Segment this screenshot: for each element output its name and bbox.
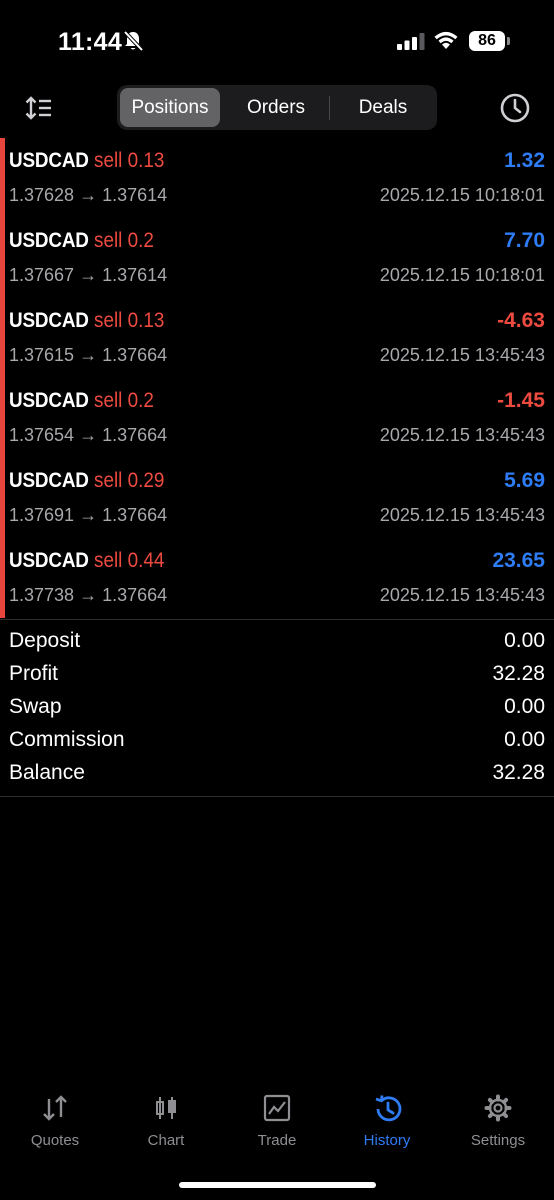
toolbar: Positions Orders Deals xyxy=(0,80,554,138)
summary-row-balance: Balance 32.28 xyxy=(0,758,554,791)
tab-deals[interactable]: Deals xyxy=(331,88,435,127)
positions-list: USDCAD sell 0.13 1.32 1.37628 → 1.37614 … xyxy=(0,138,554,618)
bottom-tab-bar: Quotes Chart Trade History Settings xyxy=(0,1090,554,1160)
summary-value: 32.28 xyxy=(492,662,545,685)
position-profit: 1.32 xyxy=(504,149,545,172)
summary-label: Commission xyxy=(9,728,125,751)
summary-divider-bottom xyxy=(0,796,554,797)
summary-divider-top xyxy=(0,619,554,620)
position-side: sell 0.44 xyxy=(93,549,165,572)
tab-label: History xyxy=(363,1132,411,1149)
summary-label: Deposit xyxy=(9,629,81,652)
position-prices: 1.37654 → 1.37664 xyxy=(9,425,168,445)
position-profit: 23.65 xyxy=(492,549,545,572)
summary-value: 0.00 xyxy=(504,728,545,751)
position-symbol: USDCAD xyxy=(9,229,89,252)
position-side: sell 0.2 xyxy=(93,389,154,412)
cellular-signal-icon xyxy=(397,33,425,50)
tab-label: Settings xyxy=(470,1132,526,1149)
summary-label: Swap xyxy=(9,695,62,718)
position-symbol: USDCAD xyxy=(9,309,89,332)
segment-divider xyxy=(329,96,330,120)
status-bar: 11:44 86 xyxy=(0,0,554,80)
gear-icon xyxy=(484,1094,512,1122)
position-row[interactable]: USDCAD sell 0.44 23.65 1.37738 → 1.37664… xyxy=(0,538,554,618)
sort-icon[interactable] xyxy=(24,94,54,122)
position-time: 2025.12.15 13:45:43 xyxy=(379,505,545,525)
clock-icon[interactable] xyxy=(499,92,531,124)
position-profit: 7.70 xyxy=(504,229,545,252)
quotes-arrows-icon xyxy=(43,1095,67,1121)
bell-slash-icon xyxy=(123,30,144,52)
position-row[interactable]: USDCAD sell 0.13 -4.63 1.37615 → 1.37664… xyxy=(0,298,554,378)
position-prices: 1.37615 → 1.37664 xyxy=(9,345,168,365)
position-side: sell 0.13 xyxy=(93,309,165,332)
position-profit: -1.45 xyxy=(497,389,545,412)
position-time: 2025.12.15 10:18:01 xyxy=(379,185,545,205)
tab-label: Trade xyxy=(257,1132,297,1149)
position-symbol: USDCAD xyxy=(9,469,89,492)
position-row[interactable]: USDCAD sell 0.2 -1.45 1.37654 → 1.37664 … xyxy=(0,378,554,458)
tab-chart[interactable]: Chart xyxy=(111,1090,221,1160)
position-row[interactable]: USDCAD sell 0.13 1.32 1.37628 → 1.37614 … xyxy=(0,138,554,218)
position-prices: 1.37628 → 1.37614 xyxy=(9,185,168,205)
position-prices: 1.37738 → 1.37664 xyxy=(9,585,168,605)
position-profit: -4.63 xyxy=(497,309,545,332)
position-row[interactable]: USDCAD sell 0.29 5.69 1.37691 → 1.37664 … xyxy=(0,458,554,538)
position-symbol: USDCAD xyxy=(9,549,89,572)
trade-chart-icon xyxy=(263,1094,291,1122)
position-row[interactable]: USDCAD sell 0.2 7.70 1.37667 → 1.37614 2… xyxy=(0,218,554,298)
position-profit: 5.69 xyxy=(504,469,545,492)
history-icon xyxy=(375,1095,402,1122)
position-time: 2025.12.15 13:45:43 xyxy=(379,585,545,605)
summary-value: 0.00 xyxy=(504,695,545,718)
tab-quotes[interactable]: Quotes xyxy=(0,1090,110,1160)
summary-row-commission: Commission 0.00 xyxy=(0,725,554,758)
view-segmented-control: Positions Orders Deals xyxy=(117,85,437,130)
position-prices: 1.37691 → 1.37664 xyxy=(9,505,168,525)
summary-row-profit: Profit 32.28 xyxy=(0,659,554,692)
position-side: sell 0.13 xyxy=(93,149,165,172)
position-time: 2025.12.15 10:18:01 xyxy=(379,265,545,285)
tab-trade[interactable]: Trade xyxy=(222,1090,332,1160)
position-symbol: USDCAD xyxy=(9,149,89,172)
summary-value: 32.28 xyxy=(492,761,545,784)
tab-label: Quotes xyxy=(30,1132,80,1149)
summary-label: Profit xyxy=(9,662,59,685)
account-summary: Deposit 0.00 Profit 32.28 Swap 0.00 Comm… xyxy=(0,626,554,791)
tab-orders[interactable]: Orders xyxy=(223,88,329,127)
battery-cap xyxy=(507,37,510,45)
position-prices: 1.37667 → 1.37614 xyxy=(9,265,168,285)
wifi-icon xyxy=(434,31,458,49)
position-side: sell 0.29 xyxy=(93,469,165,492)
summary-row-swap: Swap 0.00 xyxy=(0,692,554,725)
battery-level: 86 xyxy=(469,31,505,51)
summary-label: Balance xyxy=(9,761,85,784)
tab-label: Chart xyxy=(147,1132,185,1149)
tab-settings[interactable]: Settings xyxy=(443,1090,553,1160)
tab-positions[interactable]: Positions xyxy=(120,88,220,127)
position-symbol: USDCAD xyxy=(9,389,89,412)
status-time: 11:44 xyxy=(58,28,123,56)
tab-history[interactable]: History xyxy=(332,1090,442,1160)
candlestick-chart-icon xyxy=(156,1097,176,1119)
home-indicator[interactable] xyxy=(179,1182,376,1188)
position-side: sell 0.2 xyxy=(93,229,154,252)
summary-value: 0.00 xyxy=(504,629,545,652)
summary-row-deposit: Deposit 0.00 xyxy=(0,626,554,659)
position-time: 2025.12.15 13:45:43 xyxy=(379,345,545,365)
position-time: 2025.12.15 13:45:43 xyxy=(379,425,545,445)
